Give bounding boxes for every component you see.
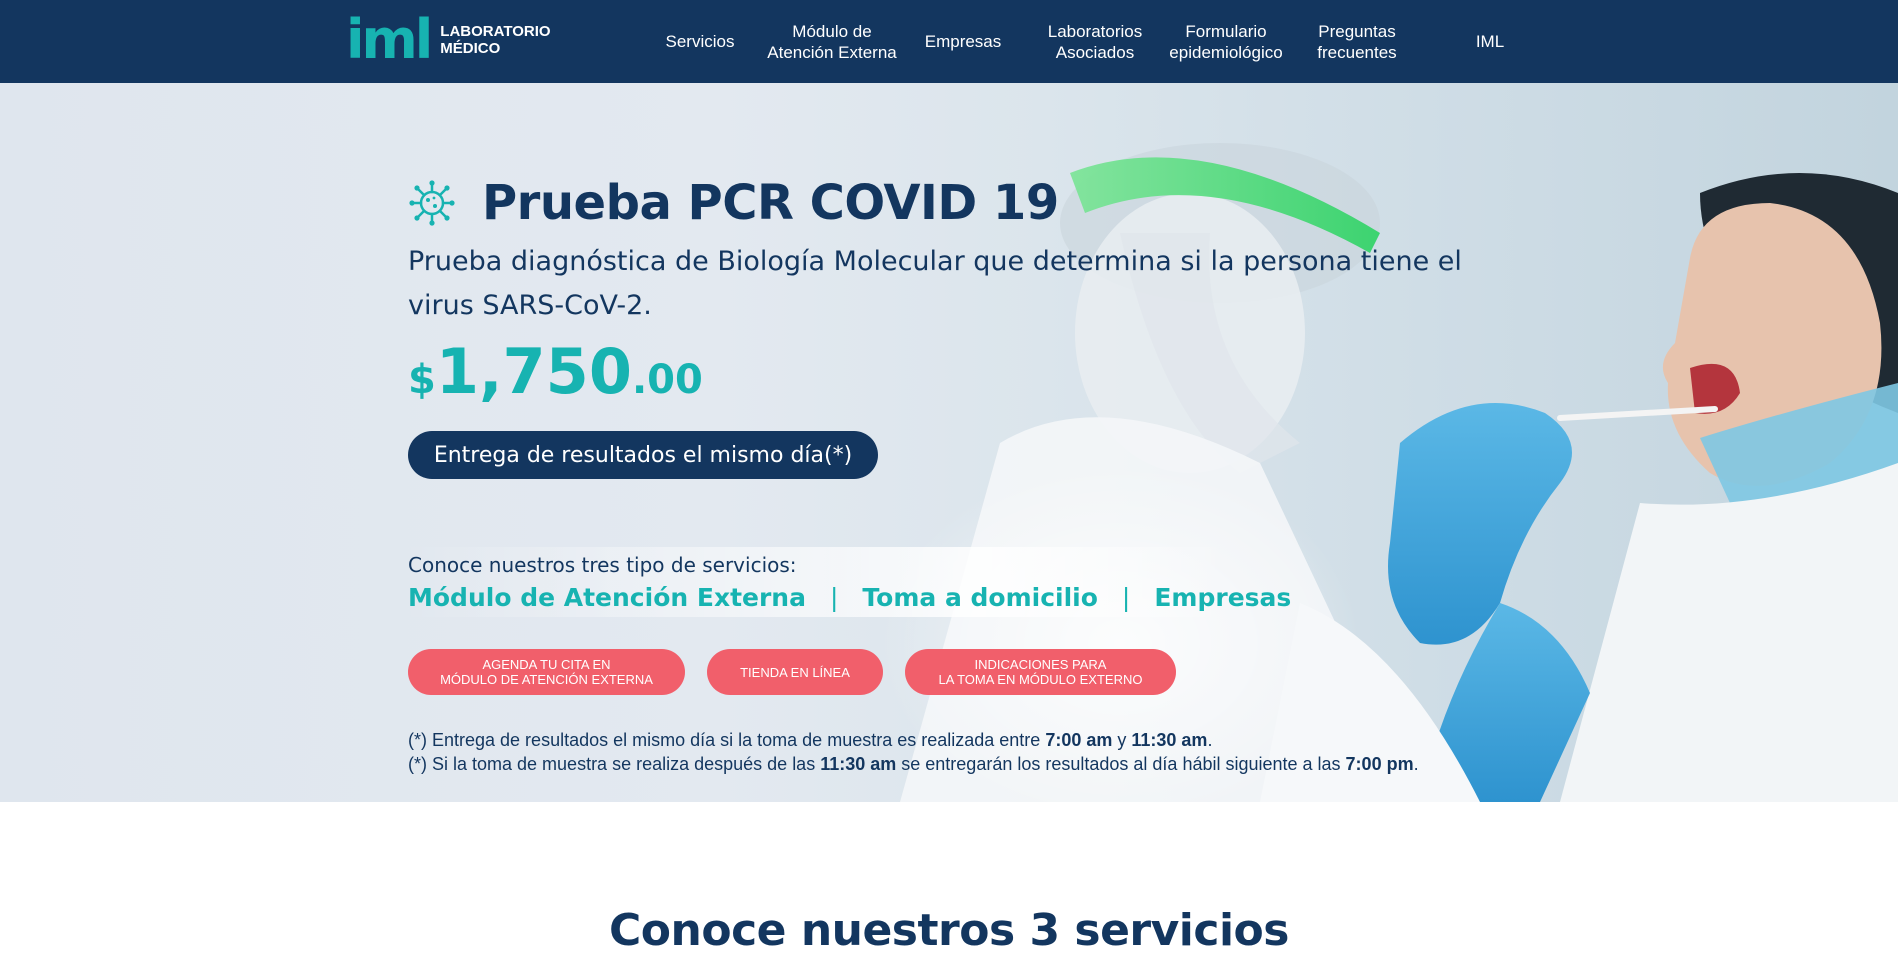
footnote-1-connector: y [1112,730,1132,750]
service-link-separator: | [1121,583,1131,612]
hero-description: Prueba diagnóstica de Biología Molecular… [408,246,1462,321]
footnote-2-time-delivery: 7:00 pm [1345,754,1414,774]
indicaciones-line-1: INDICACIONES PARA [974,657,1107,672]
price-currency: $ [408,357,436,403]
virus-icon [409,180,455,226]
price-amount: 1,750 [435,335,632,408]
nav-item-iml[interactable]: IML [1460,0,1520,83]
footnote-2: (*) Si la toma de muestra se realiza des… [408,752,1419,776]
footnote-2-period: . [1413,754,1419,774]
hero-title: Prueba PCR COVID 19 [482,175,1059,231]
footnote-1-text: (*) Entrega de resultados el mismo día s… [408,730,1046,750]
price-cents: .00 [631,357,703,403]
service-link-separator: | [829,583,839,612]
footnote-1: (*) Entrega de resultados el mismo día s… [408,728,1419,752]
tienda-en-linea-button[interactable]: TIENDA EN LÍNEA [707,649,883,695]
services-lead-text: Conoce nuestros tres tipo de servicios: [408,553,797,577]
footnote-2-text: (*) Si la toma de muestra se realiza des… [408,754,821,774]
service-links: Módulo de Atención Externa | Toma a domi… [408,583,1291,612]
nav-item-formulario-epidemiologico[interactable]: Formulario epidemiológico [1160,0,1292,83]
services-section-title: Conoce nuestros 3 servicios [609,905,1289,956]
agenda-cita-button[interactable]: AGENDA TU CITA EN MÓDULO DE ATENCIÓN EXT… [408,649,685,695]
logo-line-1: LABORATORIO [440,23,551,40]
footnote-1-time-end: 11:30 am [1131,730,1208,750]
indicaciones-toma-button[interactable]: INDICACIONES PARA LA TOMA EN MÓDULO EXTE… [905,649,1176,695]
service-link-toma-a-domicilio[interactable]: Toma a domicilio [862,583,1098,612]
nav-item-empresas[interactable]: Empresas [915,0,1011,83]
iml-logo[interactable]: iml LABORATORIO MÉDICO [346,8,551,71]
nav-item-preguntas-frecuentes[interactable]: Preguntas frecuentes [1302,0,1412,83]
hero-section: Prueba PCR COVID 19 Prueba diagnóstica d… [0,83,1898,802]
logo-text: LABORATORIO MÉDICO [440,23,550,57]
price: $1,750.00 [408,335,703,408]
footnote-2-connector: se entregarán los resultados al día hábi… [896,754,1346,774]
tienda-en-linea-label: TIENDA EN LÍNEA [740,664,850,680]
indicaciones-line-2: LA TOMA EN MÓDULO EXTERNO [938,672,1143,687]
same-day-results-button[interactable]: Entrega de resultados el mismo día(*) [408,431,878,479]
nav-item-modulo-atencion-externa[interactable]: Módulo de Atención Externa [757,0,907,83]
nav-item-servicios[interactable]: Servicios [655,0,745,83]
nav-item-laboratorios-asociados[interactable]: Laboratorios Asociados [1035,0,1155,83]
agenda-cita-line-2: MÓDULO DE ATENCIÓN EXTERNA [440,672,653,687]
footnote-1-period: . [1207,730,1213,750]
footnote-2-time-cutoff: 11:30 am [820,754,897,774]
service-link-empresas[interactable]: Empresas [1154,583,1291,612]
service-link-modulo-atencion-externa[interactable]: Módulo de Atención Externa [408,583,806,612]
footnote-1-time-start: 7:00 am [1045,730,1113,750]
agenda-cita-line-1: AGENDA TU CITA EN [482,657,611,672]
hero-title-row: Prueba PCR COVID 19 [408,173,1059,233]
results-footnotes: (*) Entrega de resultados el mismo día s… [408,728,1419,776]
logo-line-2: MÉDICO [440,40,501,57]
top-navigation-bar: iml LABORATORIO MÉDICO Servicios Módulo … [0,0,1898,83]
logo-mark: iml [346,8,433,71]
